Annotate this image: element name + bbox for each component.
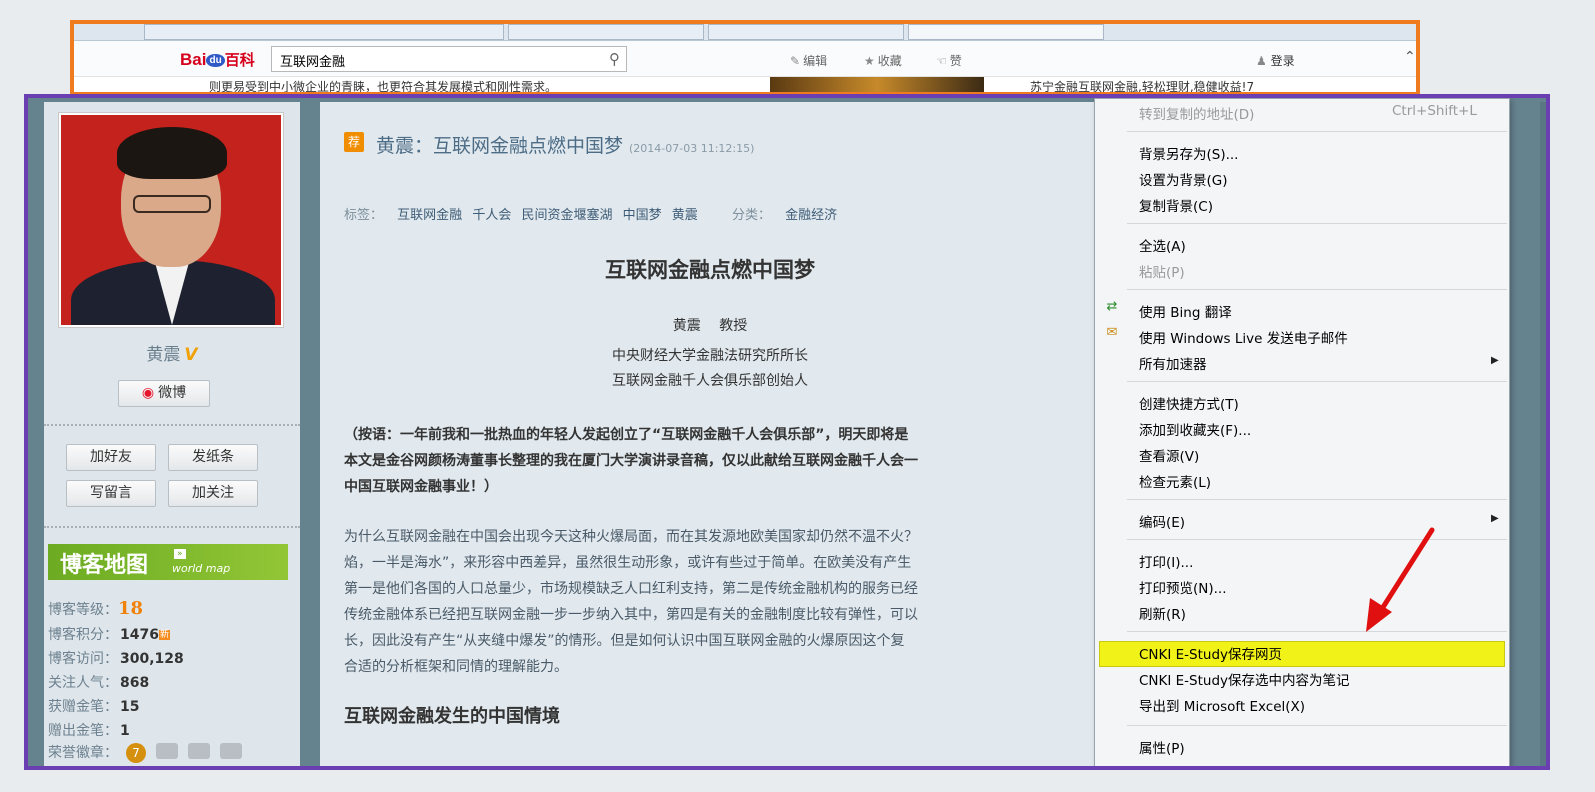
arrow-shaft bbox=[1377, 527, 1435, 615]
annotation-arrow bbox=[1366, 527, 1435, 632]
